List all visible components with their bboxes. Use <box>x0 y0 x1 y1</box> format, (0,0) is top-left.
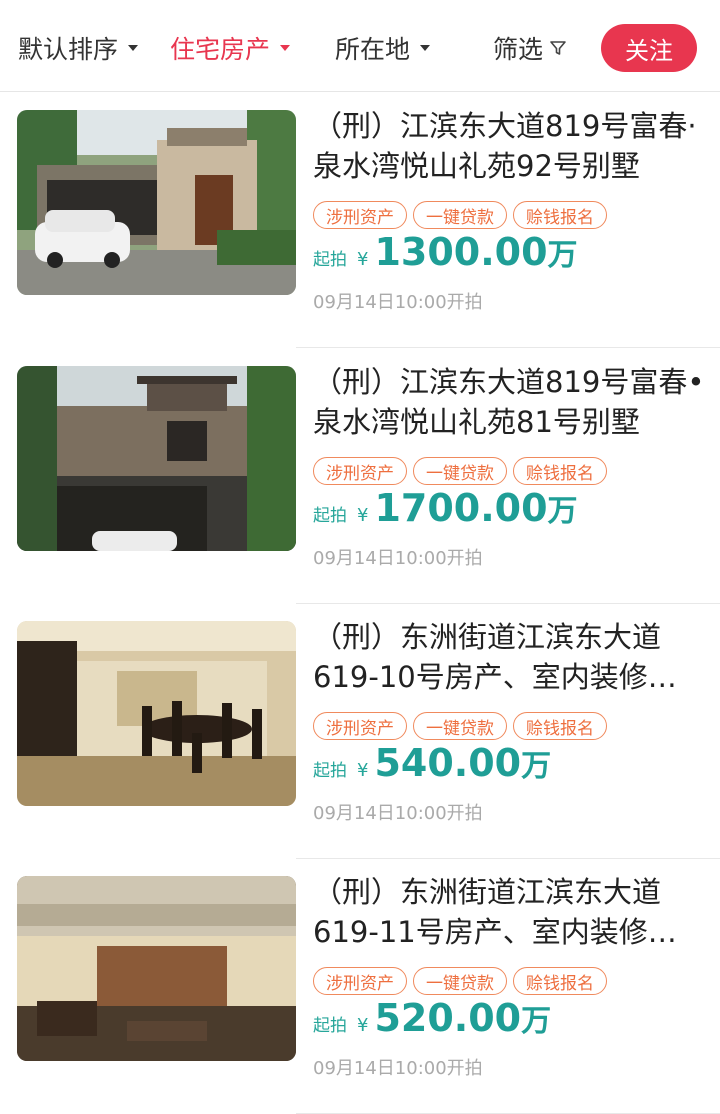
category-label: 住宅房产 <box>170 35 271 64</box>
funnel-icon <box>550 41 566 55</box>
listing-item[interactable]: （刑）江滨东大道819号富春•泉水湾悦山礼苑81号别墅 涉刑资产 一键贷款 赊钱… <box>0 348 720 604</box>
listing-item[interactable]: （刑）东洲街道江滨东大道619-10号房产、室内装修及附属设施 涉刑资产 一键贷… <box>0 603 720 859</box>
currency-symbol: ¥ <box>357 249 369 270</box>
filter-bar: 默认排序 住宅房产 所在地 筛选 关注 <box>0 0 720 92</box>
tag-criminal-asset: 涉刑资产 <box>313 201 407 229</box>
listing-photo[interactable] <box>17 110 296 295</box>
tag-one-click-loan: 一键贷款 <box>413 201 507 229</box>
starting-price: 540.00 <box>374 741 522 785</box>
caret-down-icon <box>280 45 291 51</box>
price-row: 起拍 ¥ 540.00 万 <box>313 741 551 797</box>
price-label: 起拍 <box>313 506 347 526</box>
sort-dropdown[interactable]: 默认排序 <box>18 28 139 68</box>
tag-one-click-loan: 一键贷款 <box>413 712 507 740</box>
tag-credit-register: 赊钱报名 <box>513 457 607 485</box>
price-row: 起拍 ¥ 1300.00 万 <box>313 230 578 286</box>
starting-price: 520.00 <box>374 996 522 1040</box>
price-unit: 万 <box>521 749 552 784</box>
filter-button[interactable]: 筛选 <box>493 28 567 68</box>
listing-photo[interactable] <box>17 621 296 806</box>
tag-list: 涉刑资产 一键贷款 赊钱报名 <box>313 712 613 740</box>
auction-start-time: 09月14日10:00开拍 <box>313 803 483 824</box>
listing-photo[interactable] <box>17 366 296 551</box>
tag-credit-register: 赊钱报名 <box>513 967 607 995</box>
tag-one-click-loan: 一键贷款 <box>413 967 507 995</box>
auction-start-time: 09月14日10:00开拍 <box>313 292 483 313</box>
tag-credit-register: 赊钱报名 <box>513 201 607 229</box>
tag-one-click-loan: 一键贷款 <box>413 457 507 485</box>
filter-label: 筛选 <box>493 35 544 64</box>
price-label: 起拍 <box>313 761 347 781</box>
auction-start-time: 09月14日10:00开拍 <box>313 548 483 569</box>
starting-price: 1700.00 <box>374 486 548 530</box>
listing-title[interactable]: （刑）东洲街道江滨东大道619-11号房产、室内装修及附属设施 <box>313 872 705 952</box>
sort-label: 默认排序 <box>18 35 119 64</box>
price-label: 起拍 <box>313 250 347 270</box>
listing-item[interactable]: （刑）东洲街道江滨东大道619-11号房产、室内装修及附属设施 涉刑资产 一键贷… <box>0 858 720 1114</box>
price-unit: 万 <box>547 494 578 529</box>
location-label: 所在地 <box>335 35 411 64</box>
tag-criminal-asset: 涉刑资产 <box>313 457 407 485</box>
starting-price: 1300.00 <box>374 230 548 274</box>
follow-button[interactable]: 关注 <box>601 24 697 72</box>
tag-list: 涉刑资产 一键贷款 赊钱报名 <box>313 201 613 229</box>
caret-down-icon <box>128 45 139 51</box>
price-row: 起拍 ¥ 520.00 万 <box>313 996 551 1052</box>
listing-item[interactable]: （刑）江滨东大道819号富春·泉水湾悦山礼苑92号别墅 涉刑资产 一键贷款 赊钱… <box>0 92 720 348</box>
price-unit: 万 <box>547 238 578 273</box>
price-label: 起拍 <box>313 1016 347 1036</box>
tag-criminal-asset: 涉刑资产 <box>313 967 407 995</box>
currency-symbol: ¥ <box>357 1015 369 1036</box>
price-unit: 万 <box>521 1004 552 1039</box>
tag-list: 涉刑资产 一键贷款 赊钱报名 <box>313 457 613 485</box>
location-dropdown[interactable]: 所在地 <box>335 28 431 68</box>
listing-title[interactable]: （刑）江滨东大道819号富春•泉水湾悦山礼苑81号别墅 <box>313 362 705 442</box>
tag-list: 涉刑资产 一键贷款 赊钱报名 <box>313 967 613 995</box>
listing-title[interactable]: （刑）江滨东大道819号富春·泉水湾悦山礼苑92号别墅 <box>313 106 705 186</box>
listing-title[interactable]: （刑）东洲街道江滨东大道619-10号房产、室内装修及附属设施 <box>313 617 705 697</box>
price-row: 起拍 ¥ 1700.00 万 <box>313 486 578 542</box>
currency-symbol: ¥ <box>357 760 369 781</box>
tag-credit-register: 赊钱报名 <box>513 712 607 740</box>
category-dropdown[interactable]: 住宅房产 <box>170 28 291 68</box>
currency-symbol: ¥ <box>357 505 369 526</box>
auction-start-time: 09月14日10:00开拍 <box>313 1058 483 1079</box>
listing-photo[interactable] <box>17 876 296 1061</box>
caret-down-icon <box>420 45 431 51</box>
tag-criminal-asset: 涉刑资产 <box>313 712 407 740</box>
